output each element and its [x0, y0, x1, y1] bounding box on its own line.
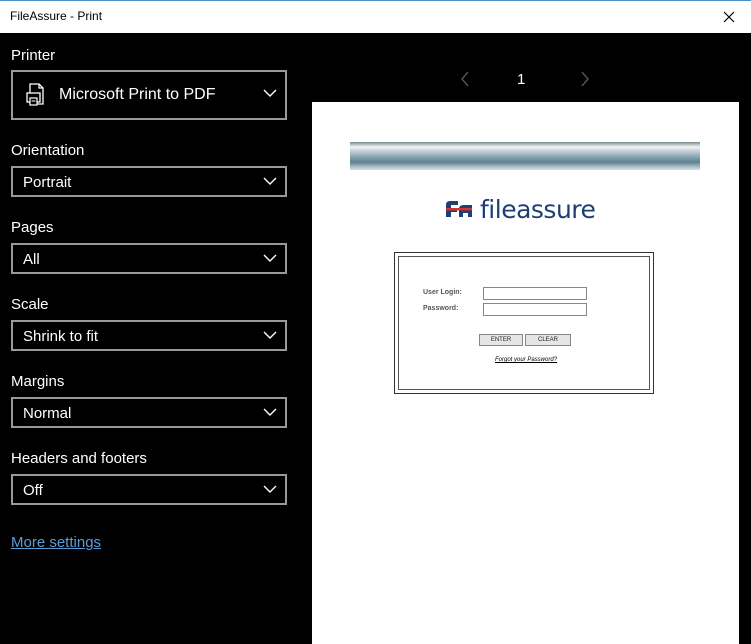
chevron-down-icon [263, 254, 277, 262]
enter-button: ENTER [479, 334, 523, 346]
headers-footers-value: Off [23, 482, 43, 499]
pages-label: Pages [11, 219, 54, 236]
user-login-field [483, 287, 587, 300]
scale-value: Shrink to fit [23, 328, 99, 345]
page-number: 1 [517, 71, 526, 88]
chevron-down-icon [263, 408, 277, 416]
margins-label: Margins [11, 373, 65, 390]
orientation-value: Portrait [23, 174, 72, 191]
close-button[interactable] [713, 5, 745, 29]
printer-select[interactable]: Microsoft Print to PDF [11, 70, 287, 120]
scale-label: Scale [11, 296, 49, 313]
orientation-select[interactable]: Portrait [11, 166, 287, 197]
chevron-down-icon [263, 485, 277, 493]
fileassure-logo: fileassure [444, 194, 596, 224]
chevron-down-icon [263, 177, 277, 185]
chevron-down-icon [263, 89, 277, 97]
fa-logo-icon [446, 201, 472, 217]
more-settings-link[interactable]: More settings [11, 534, 101, 551]
printer-label: Printer [11, 47, 56, 64]
headers-footers-label: Headers and footers [11, 450, 147, 467]
header-banner [350, 142, 700, 170]
pages-select[interactable]: All [11, 243, 287, 274]
margins-value: Normal [23, 405, 72, 422]
printer-icon [26, 83, 44, 106]
clear-button: CLEAR [525, 334, 571, 346]
login-box: User Login: Password: ENTER CLEAR Forgot… [394, 252, 654, 394]
title-bar: FileAssure - Print [0, 0, 751, 33]
page-navigator: 1 [455, 70, 595, 90]
print-preview-page: fileassure User Login: Password: ENTER C… [312, 102, 739, 644]
chevron-left-icon[interactable] [460, 70, 470, 88]
password-label: Password: [423, 305, 459, 312]
orientation-label: Orientation [11, 142, 85, 159]
printer-value: Microsoft Print to PDF [59, 86, 216, 103]
close-icon [723, 11, 735, 23]
headers-footers-select[interactable]: Off [11, 474, 287, 505]
margins-select[interactable]: Normal [11, 397, 287, 428]
user-login-label: User Login: [423, 289, 462, 296]
forgot-password-link: Forgot your Password? [495, 357, 558, 363]
password-field [483, 303, 587, 316]
chevron-down-icon [263, 331, 277, 339]
pages-value: All [23, 251, 40, 268]
scale-select[interactable]: Shrink to fit [11, 320, 287, 351]
logo-text: fileassure [480, 194, 596, 224]
window-title: FileAssure - Print [10, 9, 103, 23]
chevron-right-icon[interactable] [580, 70, 590, 88]
login-box-inner: User Login: Password: ENTER CLEAR Forgot… [398, 256, 650, 390]
